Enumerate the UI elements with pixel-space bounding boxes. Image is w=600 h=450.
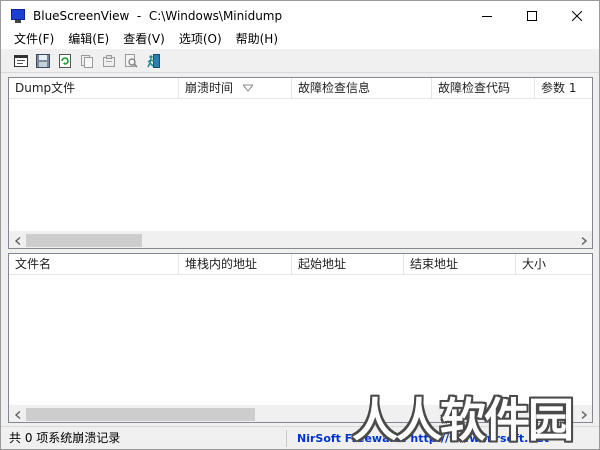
close-icon: [571, 11, 582, 21]
column-crash-time-label: 崩溃时间: [185, 81, 234, 95]
column-address-in-stack[interactable]: 堆栈内的地址: [179, 254, 292, 275]
maximize-icon: [526, 11, 537, 21]
title-bar[interactable]: BlueScreenView - C:\Windows\Minidump: [1, 1, 599, 31]
copy-button[interactable]: [76, 51, 98, 71]
minimize-icon: [481, 16, 492, 17]
crash-count-status: 共 0 项系统崩溃记录: [9, 431, 121, 445]
driver-list-header: 文件名 堆栈内的地址 起始地址 结束地址 大小: [9, 254, 592, 275]
save-icon: [36, 53, 50, 68]
sort-descending-icon: [243, 84, 253, 92]
refresh-button[interactable]: [54, 51, 76, 71]
refresh-icon: [59, 53, 71, 68]
column-parameter-1[interactable]: 参数 1: [535, 78, 592, 99]
menu-file[interactable]: 文件(F): [7, 30, 61, 49]
chevron-left-icon: [14, 236, 20, 245]
status-divider: [286, 430, 287, 447]
scroll-left-button[interactable]: [9, 406, 26, 422]
html-report-button[interactable]: [10, 51, 32, 71]
properties-button[interactable]: [98, 51, 120, 71]
scroll-left-button[interactable]: [9, 232, 26, 248]
find-icon: [125, 53, 138, 68]
monitor-icon: [11, 9, 25, 23]
column-bugcheck-code[interactable]: 故障检查代码: [432, 78, 535, 99]
minimize-button[interactable]: [464, 1, 509, 31]
column-filename[interactable]: 文件名: [9, 254, 179, 275]
window-title: BlueScreenView - C:\Windows\Minidump: [33, 9, 283, 23]
save-button[interactable]: [32, 51, 54, 71]
scroll-right-button[interactable]: [575, 232, 592, 248]
app-window: BlueScreenView - C:\Windows\Minidump 文件(…: [0, 0, 600, 450]
column-crash-time[interactable]: 崩溃时间: [179, 78, 292, 99]
toolbar: [1, 49, 599, 73]
copy-icon: [81, 54, 93, 68]
exit-button[interactable]: [142, 51, 164, 71]
crash-list-hscrollbar[interactable]: [9, 231, 592, 248]
chevron-left-icon: [14, 410, 20, 419]
menu-view[interactable]: 查看(V): [116, 30, 172, 49]
crash-list[interactable]: Dump文件 崩溃时间 故障检查信息 故障检查代码 参数 1: [8, 77, 593, 249]
scroll-right-button[interactable]: [575, 406, 592, 422]
menu-help[interactable]: 帮助(H): [229, 30, 285, 49]
column-to-address[interactable]: 结束地址: [404, 254, 516, 275]
chevron-right-icon: [581, 410, 587, 419]
scroll-thumb[interactable]: [26, 408, 255, 421]
crash-list-header: Dump文件 崩溃时间 故障检查信息 故障检查代码 参数 1: [9, 78, 592, 99]
close-button[interactable]: [554, 1, 599, 31]
exit-icon: [147, 53, 160, 68]
maximize-button[interactable]: [509, 1, 554, 31]
menu-bar: 文件(F) 编辑(E) 查看(V) 选项(O) 帮助(H): [1, 30, 599, 49]
chevron-right-icon: [581, 236, 587, 245]
scroll-thumb[interactable]: [26, 234, 142, 247]
find-button[interactable]: [120, 51, 142, 71]
properties-icon: [103, 54, 115, 67]
menu-options[interactable]: 选项(O): [172, 30, 229, 49]
column-from-address[interactable]: 起始地址: [292, 254, 404, 275]
menu-edit[interactable]: 编辑(E): [61, 30, 116, 49]
html-report-icon: [14, 54, 28, 67]
column-bugcheck-string[interactable]: 故障检查信息: [292, 78, 432, 99]
column-dump-file[interactable]: Dump文件: [9, 78, 179, 99]
site-watermark: 人人软件园: [352, 393, 574, 447]
column-size[interactable]: 大小: [516, 254, 592, 275]
